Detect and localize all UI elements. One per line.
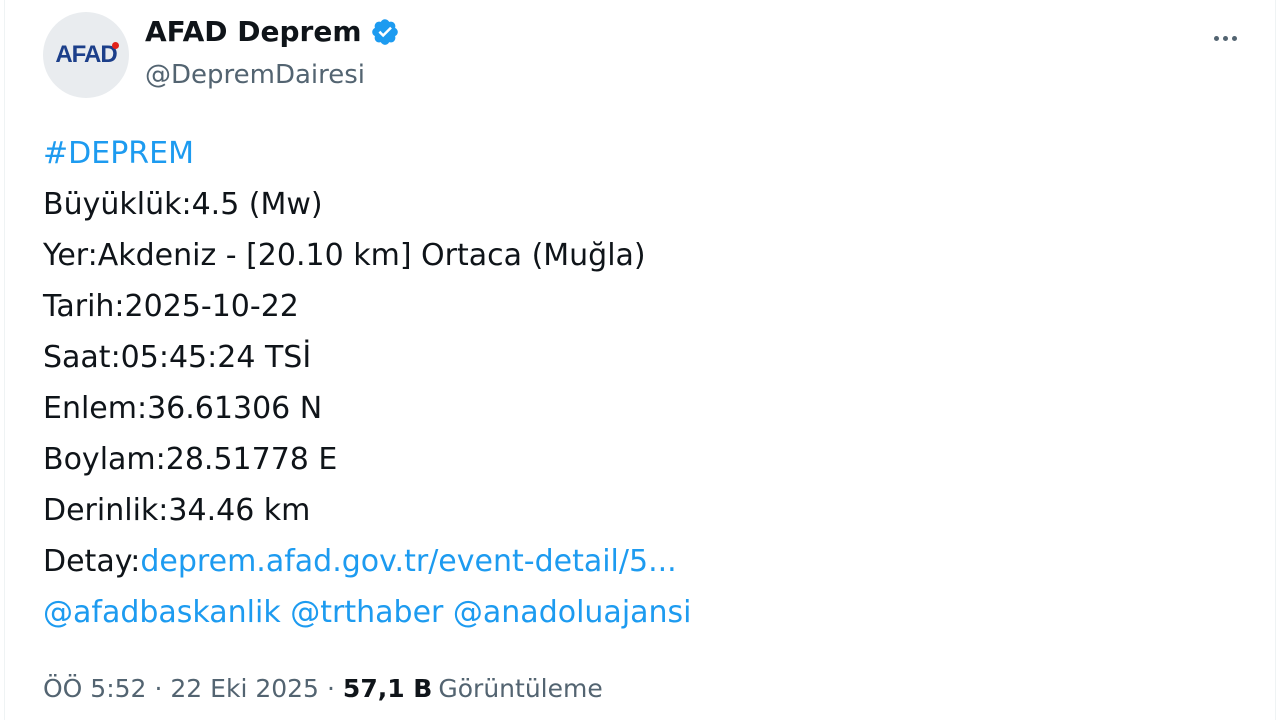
detail-label: Detay: [43,544,141,579]
avatar-logo-text: AFAD [55,41,117,68]
views-label: Görüntüleme [438,674,603,703]
tweet-line-time: Saat:05:45:24 TSİ [43,340,312,375]
views-count: 57,1 B [342,674,433,703]
tweet-line-magnitude: Büyüklük:4.5 (Mw) [43,187,323,222]
detail-link[interactable]: deprem.afad.gov.tr/event-detail/5... [140,544,676,579]
author-name-row: AFAD Deprem [145,15,400,48]
tweet-line-depth: Derinlik:34.46 km [43,493,311,528]
tweet-time[interactable]: ÖÖ 5:52 [43,674,146,703]
more-options-icon[interactable] [1212,22,1239,47]
verified-badge-icon [370,17,400,47]
tweet-line-detail: Detay:deprem.afad.gov.tr/event-detail/5.… [43,536,692,587]
author-display-name[interactable]: AFAD Deprem [145,15,362,48]
tweet-date[interactable]: 22 Eki 2025 [170,674,319,703]
author-handle[interactable]: @DepremDairesi [145,60,365,90]
tweet-line-location: Yer:Akdeniz - [20.10 km] Ortaca (Muğla) [43,238,646,273]
avatar-logo-dot [112,42,119,49]
mention-anadoluajansi[interactable]: @anadoluajansi [453,595,692,630]
mention-afadbaskanlik[interactable]: @afadbaskanlik [43,595,281,630]
hashtag-link[interactable]: #DEPREM [43,128,692,179]
tweet-meta: ÖÖ 5:52 · 22 Eki 2025 · 57,1 B Görüntüle… [43,674,603,703]
tweet-card: AFAD AFAD Deprem @DepremDairesi #DEPREM … [4,0,1276,720]
mention-trthaber[interactable]: @trthaber [290,595,443,630]
tweet-line-date: Tarih:2025-10-22 [43,289,299,324]
meta-separator: · [326,674,335,703]
tweet-line-longitude: Boylam:28.51778 E [43,442,338,477]
tweet-line-latitude: Enlem:36.61306 N [43,391,323,426]
mentions-row: @afadbaskanlik @trthaber @anadoluajansi [43,587,692,638]
meta-separator: · [154,674,163,703]
tweet-body: #DEPREM Büyüklük:4.5 (Mw) Yer:Akdeniz - … [43,128,692,638]
avatar[interactable]: AFAD [43,12,129,98]
